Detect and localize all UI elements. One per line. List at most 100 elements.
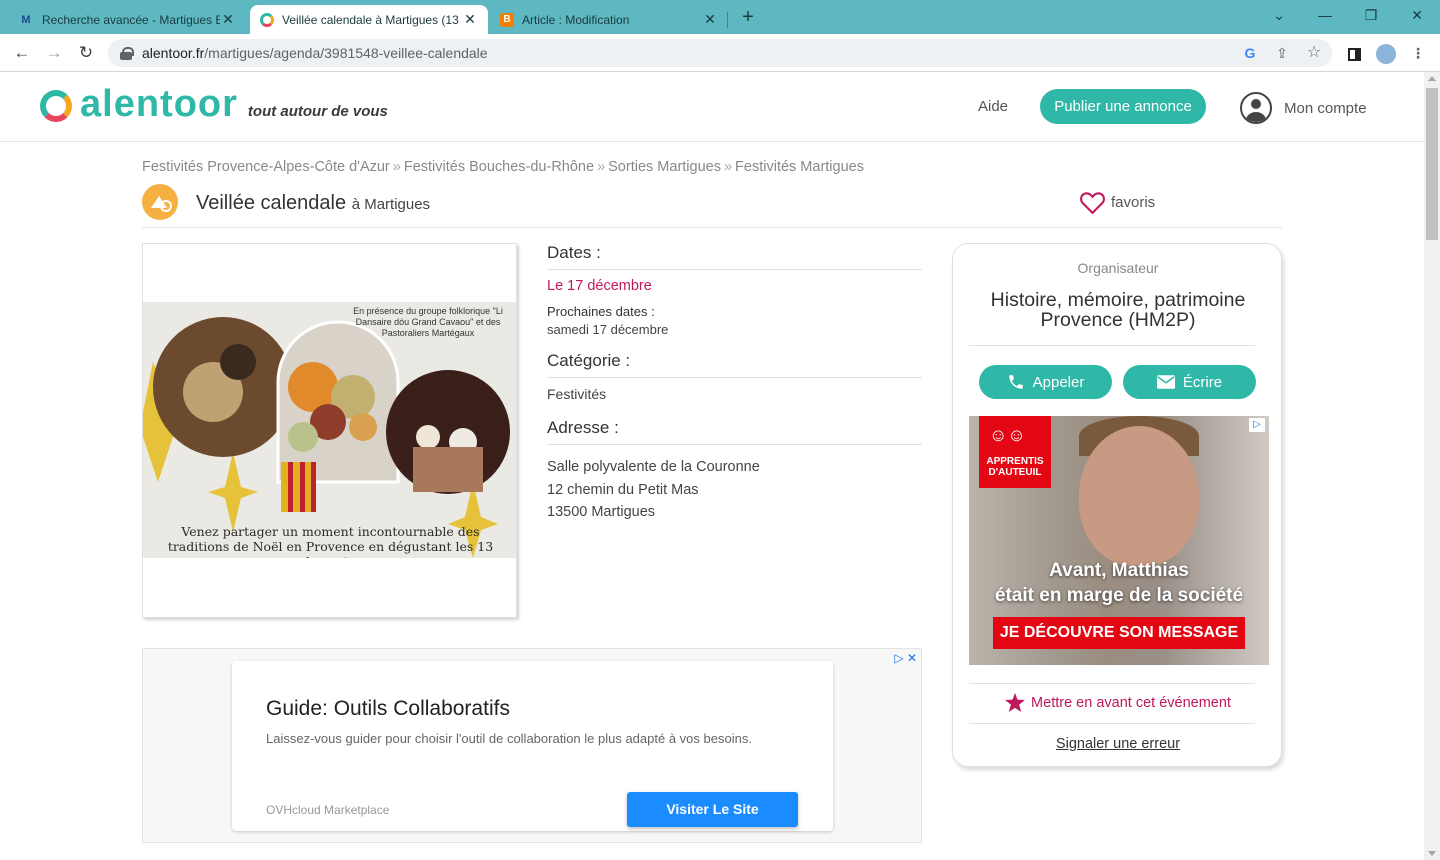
scroll-down-icon[interactable] xyxy=(1428,851,1436,856)
phone-icon xyxy=(1007,373,1025,391)
browser-tab-article[interactable]: B Article : Modification ✕ xyxy=(490,5,728,34)
browser-tab-veillee[interactable]: Veillée calendale à Martigues (13 ✕ xyxy=(250,5,488,34)
restore-icon[interactable]: ❐ xyxy=(1348,4,1394,26)
bookmark-star-icon[interactable]: ☆ xyxy=(1302,41,1326,65)
category-value[interactable]: Festivités xyxy=(547,386,922,402)
breadcrumb-separator: » xyxy=(597,159,606,175)
address-block: Salle polyvalente de la Couronne 12 chem… xyxy=(547,456,922,524)
call-label: Appeler xyxy=(1032,373,1085,391)
ad-headline-line: Avant, Matthias xyxy=(1049,560,1189,581)
event-name: Veillée calendale xyxy=(196,192,347,214)
ad-headline: Avant, Matthias était en marge de la soc… xyxy=(969,558,1269,608)
favorites-label: favoris xyxy=(1111,194,1156,211)
blogger-favicon-icon: B xyxy=(500,12,514,27)
ad-advertiser: OVHcloud Marketplace xyxy=(266,803,390,817)
ad-title[interactable]: Guide: Outils Collaboratifs xyxy=(266,697,510,721)
share-icon[interactable]: ⇪ xyxy=(1270,41,1294,65)
organizer-label: Organisateur xyxy=(1077,260,1159,276)
address-line: Salle polyvalente de la Couronne xyxy=(547,459,760,475)
breadcrumb-item[interactable]: Festivités Provence-Alpes-Côte d'Azur xyxy=(142,159,390,175)
lock-icon xyxy=(120,47,134,60)
reload-icon[interactable]: ↻ xyxy=(74,41,98,65)
browser-toolbar: ← → ↻ alentoor.fr/martigues/agenda/39815… xyxy=(0,34,1440,72)
category-festival-icon xyxy=(142,184,178,220)
page-scrollbar[interactable] xyxy=(1424,72,1440,860)
logo-faces-icon: ☺☺ xyxy=(989,425,1026,445)
window-close-icon[interactable]: ✕ xyxy=(1394,4,1440,26)
google-icon[interactable]: G xyxy=(1238,41,1262,65)
poster-top-caption: En présence du groupe folklorique "Li Da… xyxy=(353,306,503,338)
favorites-button[interactable]: favoris xyxy=(1080,191,1155,214)
divider xyxy=(969,345,1255,346)
sidebar-icon[interactable] xyxy=(1342,41,1366,65)
help-link[interactable]: Aide xyxy=(978,98,1008,115)
alentoor-favicon-icon xyxy=(260,12,274,27)
back-arrow-icon[interactable]: ← xyxy=(10,41,34,65)
breadcrumb-item[interactable]: Festivités Martigues xyxy=(735,159,864,175)
browser-tab-recherche[interactable]: M Recherche avancée - Martigues B ✕ xyxy=(8,5,246,34)
logo-text: alentoor xyxy=(80,83,238,125)
address-heading: Adresse : xyxy=(547,418,922,445)
account-avatar-icon[interactable] xyxy=(1240,92,1272,124)
site-favicon-icon: M xyxy=(21,13,31,26)
tab-title: Recherche avancée - Martigues B xyxy=(42,12,220,27)
organizer-card: Organisateur Histoire, mémoire, patrimoi… xyxy=(952,243,1282,767)
write-button[interactable]: Écrire xyxy=(1123,365,1256,399)
next-dates-value: samedi 17 décembre xyxy=(547,322,669,337)
profile-avatar-icon[interactable] xyxy=(1374,41,1398,65)
event-title-row: Veillée calendale à Martigues favoris xyxy=(142,184,1282,228)
logo-tagline: tout autour de vous xyxy=(247,103,388,120)
address-line: 12 chemin du Petit Mas xyxy=(547,481,699,498)
minimize-icon[interactable]: — xyxy=(1302,4,1348,26)
scroll-up-icon[interactable] xyxy=(1428,76,1436,81)
divider xyxy=(969,723,1255,724)
tab-close-icon[interactable]: ✕ xyxy=(220,11,236,28)
report-error-link[interactable]: Signaler une erreur xyxy=(953,736,1283,752)
menu-dots-icon[interactable]: ⋮ xyxy=(1406,41,1430,65)
event-place: à Martigues xyxy=(351,196,431,213)
event-poster-image: En présence du groupe folklorique "Li Da… xyxy=(143,302,516,558)
event-title: Veillée calendale à Martigues xyxy=(196,192,430,215)
apprentis-auteuil-logo: ☺☺ APPRENTIS D'AUTEUIL xyxy=(979,416,1051,488)
ad-visit-button[interactable]: Visiter Le Site xyxy=(627,792,798,827)
address-bar[interactable]: alentoor.fr/martigues/agenda/3981548-vei… xyxy=(108,39,1332,67)
alentoor-logo[interactable]: alentoor tout autour de vous xyxy=(40,83,388,125)
breadcrumb: Festivités Provence-Alpes-Côte d'Azur» Fe… xyxy=(142,159,864,175)
tab-close-icon[interactable]: ✕ xyxy=(462,11,478,28)
feature-event-label: Mettre en avant cet événement xyxy=(1031,694,1231,711)
new-tab-icon[interactable]: + xyxy=(736,6,760,28)
tab-title: Veillée calendale à Martigues (13 xyxy=(282,12,459,27)
tab-search-chevron-icon[interactable]: ⌄ xyxy=(1256,4,1302,26)
ad-cta-button[interactable]: JE DÉCOUVRE SON MESSAGE xyxy=(993,617,1245,649)
category-heading: Catégorie : xyxy=(547,351,922,378)
url-host: alentoor.fr xyxy=(142,45,205,61)
breadcrumb-separator: » xyxy=(723,159,733,175)
ad-portrait-image xyxy=(1079,426,1199,566)
dates-heading: Dates : xyxy=(547,243,922,270)
tab-separator xyxy=(727,12,728,28)
call-button[interactable]: Appeler xyxy=(979,365,1112,399)
logo-mark-icon xyxy=(40,90,72,122)
next-dates-label: Prochaines dates : xyxy=(547,304,655,319)
scrollbar-thumb[interactable] xyxy=(1426,88,1438,240)
ad-logo-text: APPRENTIS D'AUTEUIL xyxy=(986,456,1044,478)
account-link[interactable]: Mon compte xyxy=(1284,100,1367,117)
feature-event-link[interactable]: Mettre en avant cet événement xyxy=(953,693,1283,712)
publish-ad-button[interactable]: Publier une annonce xyxy=(1040,89,1206,124)
ad-description: Laissez-vous guider pour choisir l'outil… xyxy=(266,731,752,746)
organizer-name[interactable]: Histoire, mémoire, patrimoine Provence (… xyxy=(973,290,1263,330)
breadcrumb-item[interactable]: Festivités Bouches-du-Rhône xyxy=(404,159,594,175)
mail-icon xyxy=(1156,375,1175,389)
bottom-display-ad: ▷ ✕ Guide: Outils Collaboratifs Laissez-… xyxy=(142,648,922,843)
breadcrumb-item[interactable]: Sorties Martigues xyxy=(608,159,721,175)
adchoices-icon[interactable]: ▷ xyxy=(1249,418,1265,432)
address-line: 13500 Martigues xyxy=(547,504,656,520)
poster-bottom-caption: Venez partager un moment incontournable … xyxy=(167,524,494,558)
ad-card[interactable]: Guide: Outils Collaboratifs Laissez-vous… xyxy=(232,661,833,831)
event-image-card[interactable]: En présence du groupe folklorique "Li Da… xyxy=(142,243,517,618)
adchoices-close-icon[interactable]: ▷ ✕ xyxy=(894,651,917,665)
heart-icon xyxy=(1080,192,1105,214)
tab-close-icon[interactable]: ✕ xyxy=(702,11,718,28)
side-display-ad[interactable]: ☺☺ APPRENTIS D'AUTEUIL ▷ Avant, Matthias… xyxy=(969,416,1269,665)
forward-arrow-icon[interactable]: → xyxy=(42,41,66,65)
